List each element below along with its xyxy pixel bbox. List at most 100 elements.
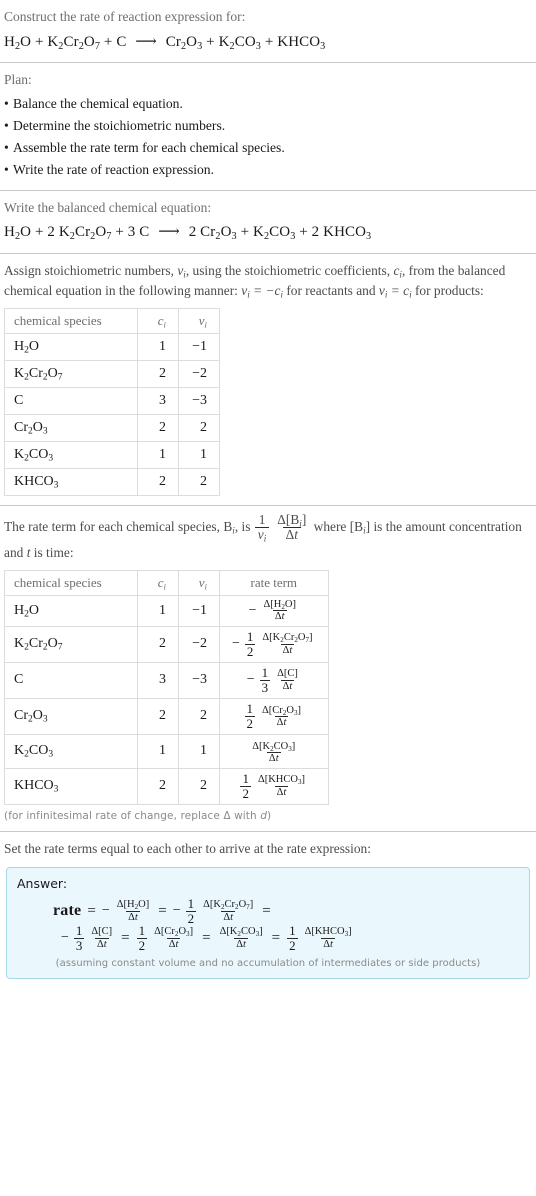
delta-numerator: Δ[K2CO3] [252,740,296,753]
delta-denominator: Δt [321,937,335,950]
question-prompt: Construct the rate of reaction expressio… [4,9,246,24]
bullet-icon: • [4,161,9,177]
plan-item: • Write the rate of reaction expression. [4,159,532,181]
rate-term-expression: − Δ[H2O] Δt [249,599,299,623]
coefficient-fraction: 12 [240,770,251,801]
chemical-formula: H2O [4,33,32,52]
plan-item-label: Write the rate of reaction expression. [13,161,215,177]
rate-term-table: chemical species ci νi rate term H2O 1 −1−… [4,570,329,805]
stoich-text-2: , using the stoichiometric coefficients, [185,262,394,278]
col-ci: ci [137,307,179,334]
formula-denominator: νi [254,527,270,544]
c-symbol: ci [393,262,402,280]
equation-balanced-render: H2O + 2 K2Cr2O7 + 3 C ⟶ 2 Cr2O3 + K2CO3 … [4,224,372,243]
bullet-icon: • [4,95,9,111]
plus-sign: + [299,224,308,241]
cell-ci: 2 [137,413,179,442]
cell-species: KHCO3 [4,767,138,805]
delta-denominator: Δt [280,643,295,656]
plan-item: • Assemble the rate term for each chemica… [4,137,532,159]
plus-sign: + [103,33,113,50]
sign: − [248,602,257,618]
rateterm-text-1: The rate term for each chemical species, [4,519,224,535]
cell-species: H2O [4,595,138,627]
plus-sign: + [240,224,250,241]
chemical-formula: Cr2O3 [165,33,203,52]
rateterm-paragraph: The rate term for each chemical species,… [4,512,532,563]
cell-species: KHCO3 [4,467,138,496]
cell-ci: 2 [137,467,179,496]
stoich-text-1: Assign stoichiometric numbers, [4,262,178,278]
delta-fraction: Δ[KHCO3] Δt [303,926,354,950]
sign: − [232,636,240,652]
table-row: H2O 1 −1 − Δ[H2O] Δt [4,595,329,627]
sign: − [246,672,255,688]
cell-ci: 3 [137,386,179,415]
cell-vi: −2 [178,359,220,388]
cell-ci: 3 [137,661,179,699]
cell-vi: −1 [178,332,220,361]
delta-numerator: Δ[C] [91,926,113,938]
cell-ci: 1 [137,595,179,627]
stoich-section: Assign stoichiometric numbers, νi , using… [0,254,536,505]
cell-rate-term: Δ[K2CO3] Δt [219,733,329,769]
reaction-arrow-icon: ⟶ [135,33,157,50]
stoich-coefficient: 3 [127,224,136,241]
coefficient-fraction: 12 [244,629,256,659]
delta-numerator: Δ[C] [277,668,298,680]
plan-item: • Balance the chemical equation. [4,93,532,115]
question-section: Construct the rate of reaction expressio… [0,0,536,62]
coefficient-fraction: 12 [185,896,197,926]
delta-denominator: Δt [274,715,289,728]
plus-sign: + [264,33,274,50]
answer-expression: rate = − Δ[H2O] Δt = −1 2 Δ[K2Cr2O7] Δt = −1 3 Δ[C] Δ… [17,896,519,953]
delta-denominator: Δt [221,910,235,923]
chemical-formula: K2Cr2O7 [58,224,112,243]
delta-denominator: Δt [280,679,295,692]
delta-numerator: Δ[K2CO3] [219,926,263,939]
cell-vi: 2 [178,767,220,805]
rate-term-expression: 1 2 Δ[KHCO3] Δt [239,770,308,801]
chemical-formula: Cr2O3 [200,224,237,243]
equals-sign: = [121,929,130,946]
coef-numerator: 1 [75,922,83,938]
plan-item-label: Determine the stoichiometric numbers. [13,117,226,133]
plus-sign: + [34,224,44,241]
delta-fraction: Δ[H2O] Δt [115,899,152,923]
cell-vi: −1 [178,595,220,627]
cell-ci: 1 [137,733,179,769]
delta-denominator: Δt [234,937,248,950]
coef-numerator: 1 [242,770,249,786]
equation-unbalanced-render: H2O + K2Cr2O7 + C ⟶ Cr2O3 + K2CO3 + KHCO… [4,33,325,52]
cell-species: K2Cr2O7 [4,625,138,663]
stoich-paragraph: Assign stoichiometric numbers, νi, using… [4,261,532,301]
rate-term-expression: −1 3 Δ[C] Δt [246,664,301,695]
table-row: Cr2O3 2 2 [4,413,220,442]
col-vi: νi [178,307,220,334]
rate-term-expression: 1 2 Δ[KHCO3] Δt [286,923,355,953]
chemical-formula: KHCO3 [323,224,372,243]
delta-fraction: Δ[K2Cr2O7] Δt [201,899,255,923]
cell-vi: −3 [178,661,220,699]
cell-species: C [4,386,138,415]
cell-species: K2Cr2O7 [4,359,138,388]
coef-denominator: 3 [259,679,271,695]
delta-denominator: Δt [274,785,289,798]
cell-vi: 1 [178,440,220,469]
coefficient-fraction: 12 [287,923,298,953]
stoichiometric-numbers-table: chemical species ci νi H2O 1 −1 K2Cr2O7 2 −2 C… [4,307,220,496]
equals-sign: = [158,902,167,919]
table-head: chemical species ci νi rate term [4,570,329,597]
table-head: chemical species ci νi [4,307,220,334]
delta-denominator: Δt [166,937,181,950]
coef-numerator: 1 [261,664,269,680]
delta-numerator: Δ[KHCO3] [257,774,306,787]
formula-delta-den: Δt [282,527,301,542]
plan-item-label: Balance the chemical equation. [13,95,183,111]
table-row: KHCO3 2 2 1 2 Δ[KHCO3] Δt [4,767,329,805]
delta-fraction: Δ[C] Δt [275,668,300,692]
answer-assumption: (assuming constant volume and no accumul… [55,957,481,969]
delta-denominator: Δt [94,937,109,950]
col-ci: ci [137,570,179,597]
table-row: K2Cr2O7 2 −2 [4,359,220,388]
